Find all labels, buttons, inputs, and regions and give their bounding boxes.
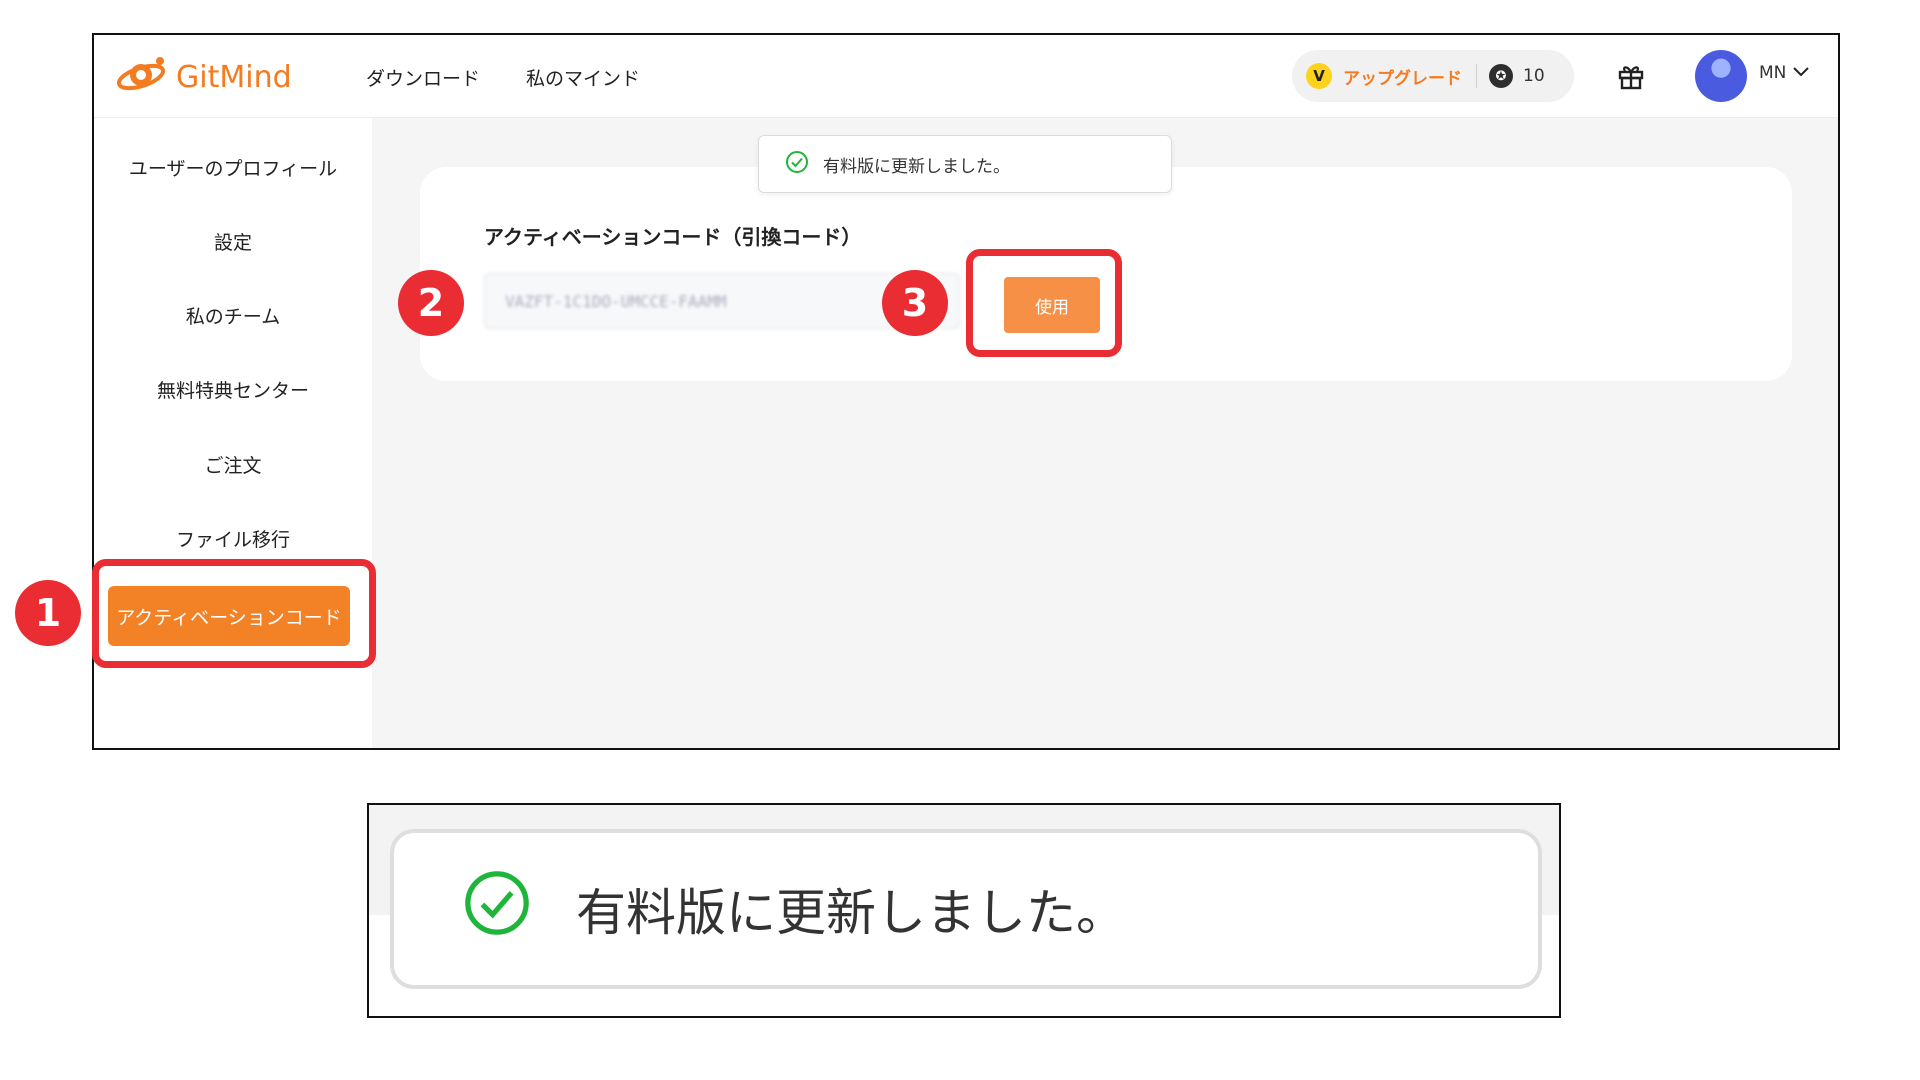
user-initials: MN bbox=[1759, 63, 1787, 83]
sidebar-item-profile[interactable]: ユーザーのプロフィール bbox=[94, 154, 372, 181]
check-circle-icon bbox=[462, 868, 532, 950]
highlight-step1 bbox=[92, 559, 376, 668]
coin-count: 10 bbox=[1523, 66, 1545, 86]
top-bar: GitMind ダウンロード 私のマインド V アップグレード ✪ 10 MN bbox=[94, 35, 1838, 118]
coin-icon: ✪ bbox=[1489, 64, 1513, 88]
sidebar-item-file-migration[interactable]: ファイル移行 bbox=[94, 525, 372, 552]
zoomed-toast-message: 有料版に更新しました。 bbox=[576, 884, 1126, 942]
step2-badge: 2 bbox=[398, 270, 464, 336]
logo-text: GitMind bbox=[176, 59, 292, 95]
sidebar-item-settings[interactable]: 設定 bbox=[94, 228, 372, 255]
avatar[interactable] bbox=[1695, 50, 1747, 102]
nav-my-mind[interactable]: 私のマインド bbox=[526, 64, 640, 91]
chevron-down-icon bbox=[1792, 63, 1810, 83]
zoomed-callout: 有料版に更新しました。 bbox=[367, 803, 1561, 1018]
highlight-step3 bbox=[966, 249, 1122, 357]
v-badge-icon: V bbox=[1306, 63, 1332, 89]
upgrade-link[interactable]: アップグレード bbox=[1343, 64, 1462, 89]
success-toast: 有料版に更新しました。 bbox=[758, 135, 1172, 193]
sidebar-item-orders[interactable]: ご注文 bbox=[94, 451, 372, 478]
upgrade-pill: V アップグレード ✪ 10 bbox=[1292, 50, 1574, 102]
sidebar-item-team[interactable]: 私のチーム bbox=[94, 302, 372, 329]
nav-download[interactable]: ダウンロード bbox=[366, 64, 480, 91]
logo[interactable]: GitMind bbox=[114, 53, 292, 101]
divider bbox=[1476, 64, 1477, 88]
sidebar-item-free-benefits[interactable]: 無料特典センター bbox=[94, 376, 372, 403]
step1-badge: 1 bbox=[15, 580, 81, 646]
gitmind-logo-icon bbox=[114, 53, 168, 101]
gift-icon[interactable] bbox=[1617, 62, 1645, 94]
zoomed-success-toast: 有料版に更新しました。 bbox=[390, 829, 1542, 989]
step3-badge: 3 bbox=[882, 270, 948, 336]
check-circle-icon bbox=[785, 150, 809, 179]
card-title: アクティベーションコード（引換コード） bbox=[484, 225, 862, 249]
user-menu[interactable]: MN bbox=[1759, 63, 1810, 83]
toast-message: 有料版に更新しました。 bbox=[823, 156, 1010, 177]
